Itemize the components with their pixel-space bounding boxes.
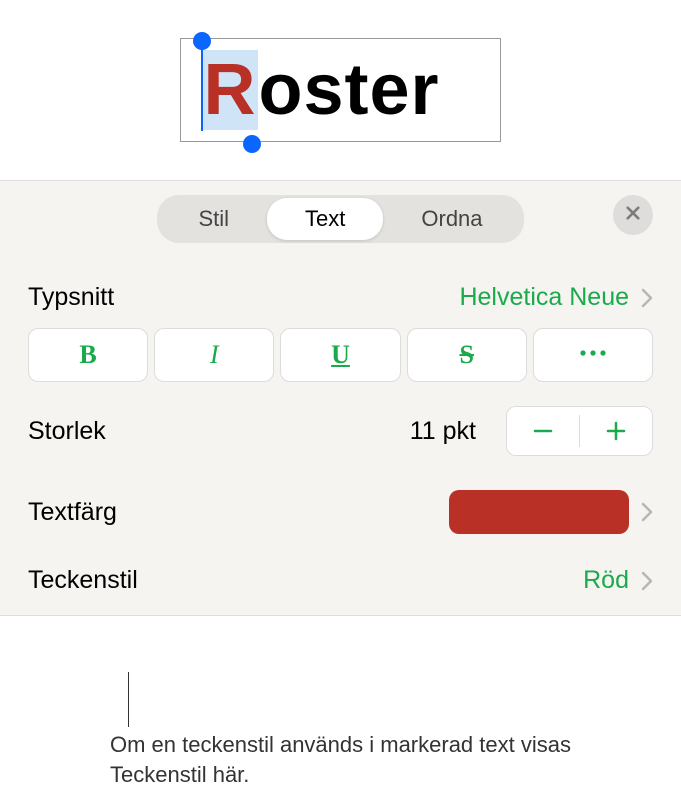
chevron-right-icon [641, 502, 653, 522]
character-style-row[interactable]: Teckenstil Röd [0, 550, 681, 615]
text-rest: oster [258, 50, 439, 130]
selection-handle-start[interactable] [193, 32, 211, 50]
character-style-value: Röd [583, 566, 629, 595]
style-buttons-row: B I U S [0, 328, 681, 396]
underline-icon: U [331, 340, 350, 370]
size-increase-button[interactable] [580, 407, 652, 455]
plus-icon [605, 413, 627, 450]
more-options-button[interactable] [533, 328, 653, 382]
italic-button[interactable]: I [154, 328, 274, 382]
callout-line [128, 672, 129, 727]
selection-handle-end[interactable] [243, 135, 261, 153]
size-label: Storlek [28, 417, 410, 446]
text-cursor [201, 41, 203, 131]
font-row[interactable]: Typsnitt Helvetica Neue [0, 267, 681, 328]
chevron-right-icon [641, 288, 653, 308]
minus-icon [532, 413, 554, 450]
editable-text[interactable]: Roster [201, 50, 439, 130]
size-decrease-button[interactable] [507, 407, 579, 455]
tab-text[interactable]: Text [267, 198, 383, 240]
size-row: Storlek 11 pkt [0, 396, 681, 474]
bold-icon: B [79, 340, 96, 370]
text-color-label: Textfärg [28, 498, 449, 527]
text-color-row[interactable]: Textfärg [0, 474, 681, 550]
size-stepper [506, 406, 653, 456]
format-panel: Stil Text Ordna Typsnitt Helvetica Neue … [0, 180, 681, 616]
font-label: Typsnitt [28, 283, 459, 312]
text-box[interactable]: Roster [180, 38, 500, 142]
tab-stil[interactable]: Stil [160, 198, 267, 240]
strikethrough-button[interactable]: S [407, 328, 527, 382]
selected-letter: R [201, 50, 258, 130]
size-value: 11 pkt [410, 417, 476, 446]
canvas-area: Roster [0, 0, 681, 180]
tabs-row: Stil Text Ordna [0, 181, 681, 267]
tab-ordna[interactable]: Ordna [383, 198, 520, 240]
more-icon [578, 340, 608, 371]
italic-icon: I [210, 340, 219, 370]
strikethrough-icon: S [459, 340, 473, 370]
font-value: Helvetica Neue [459, 283, 629, 312]
callout-text: Om en teckenstil används i markerad text… [110, 730, 580, 789]
chevron-right-icon [641, 571, 653, 591]
segmented-control: Stil Text Ordna [157, 195, 523, 243]
character-style-label: Teckenstil [28, 566, 583, 595]
close-button[interactable] [613, 195, 653, 235]
bold-button[interactable]: B [28, 328, 148, 382]
text-color-swatch[interactable] [449, 490, 629, 534]
close-icon [624, 204, 642, 227]
underline-button[interactable]: U [280, 328, 400, 382]
